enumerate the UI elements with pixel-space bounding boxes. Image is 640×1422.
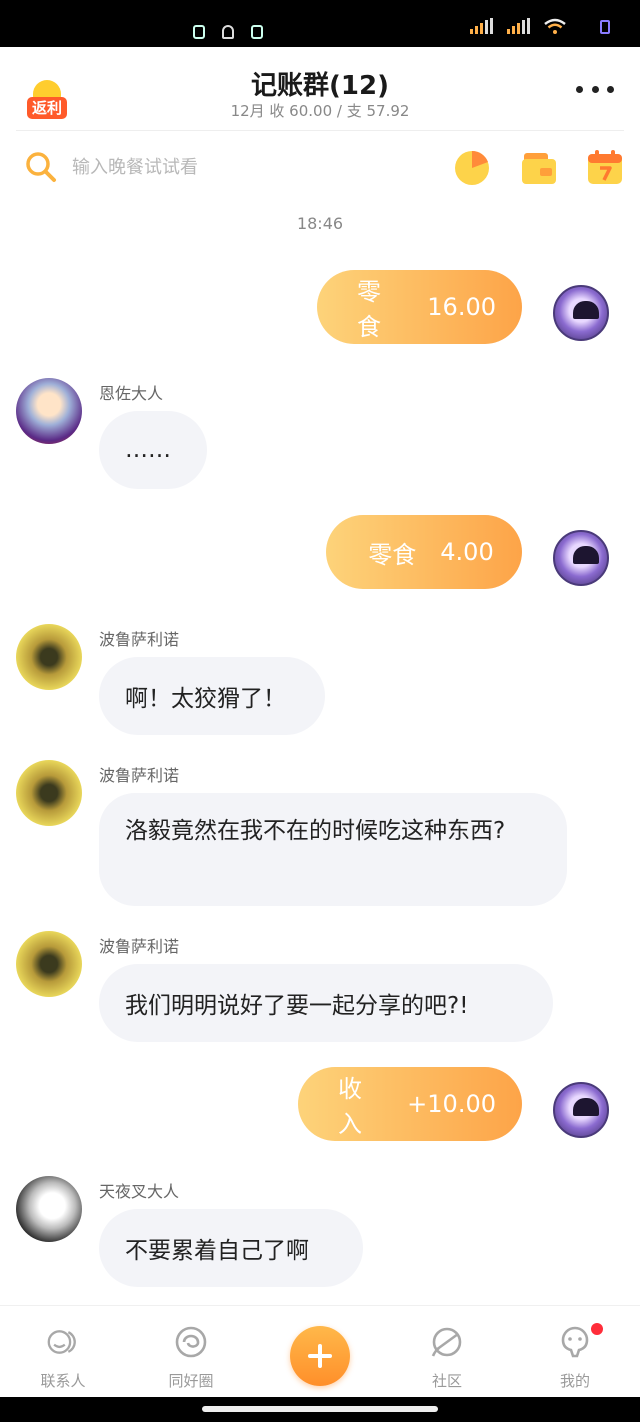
avatar[interactable] <box>16 624 82 690</box>
search-bar <box>0 140 640 194</box>
expense-amount: 4.00 <box>440 538 494 566</box>
more-options-button[interactable] <box>576 81 614 97</box>
nav-label: 联系人 <box>40 1372 86 1390</box>
page-title: 记账群(12) <box>251 71 389 101</box>
signal-icon <box>507 18 530 34</box>
sender-name: 波鲁萨利诺 <box>99 937 180 956</box>
avatar[interactable] <box>553 530 609 586</box>
monthly-summary: 12月 收 60.00 / 支 57.92 <box>230 102 410 120</box>
notification-icon <box>193 25 205 39</box>
avatar[interactable] <box>553 1082 609 1138</box>
sender-name: 波鲁萨利诺 <box>99 766 180 785</box>
expense-amount: 16.00 <box>427 293 496 321</box>
nav-label: 我的 <box>559 1372 590 1390</box>
home-indicator[interactable] <box>0 1397 640 1422</box>
chat-header: 返利 记账群(12) 12月 收 60.00 / 支 57.92 <box>0 47 640 131</box>
message-bubble[interactable]: 洛毅竟然在我不在的时候吃这种东西? <box>99 793 567 906</box>
message-timestamp: 18:46 <box>296 214 344 233</box>
pie-chart-icon[interactable] <box>453 148 491 186</box>
profile-icon <box>561 1326 589 1358</box>
avatar[interactable] <box>16 378 82 444</box>
notification-icon <box>222 25 234 39</box>
status-bar <box>0 0 640 47</box>
avatar[interactable] <box>16 931 82 997</box>
signal-icon <box>470 18 493 34</box>
message-bubble[interactable]: 啊！太狡猾了！ <box>99 657 325 735</box>
contacts-icon <box>47 1330 76 1354</box>
add-record-button[interactable] <box>290 1326 350 1386</box>
income-bubble[interactable]: 收入 +10.00 <box>298 1067 522 1141</box>
calendar-icon[interactable] <box>586 148 624 186</box>
nav-label: 社区 <box>431 1372 462 1390</box>
sender-name: 波鲁萨利诺 <box>99 630 180 649</box>
sender-name: 恩佐大人 <box>99 384 164 403</box>
income-amount: +10.00 <box>407 1090 496 1118</box>
battery-icon <box>600 20 610 34</box>
avatar[interactable] <box>553 285 609 341</box>
message-bubble[interactable]: 我们明明说好了要一起分享的吧?! <box>99 964 553 1042</box>
search-icon <box>26 152 56 182</box>
nav-contacts[interactable]: 联系人 <box>13 1306 113 1398</box>
nav-circle[interactable]: 同好圈 <box>141 1306 241 1398</box>
divider <box>16 130 624 131</box>
message-bubble[interactable]: 不要累着自己了啊 <box>99 1209 363 1287</box>
sender-name: 天夜叉大人 <box>99 1182 180 1201</box>
income-category: 收入 <box>338 1075 362 1138</box>
nav-me[interactable]: 我的 <box>525 1306 625 1398</box>
avatar[interactable] <box>16 760 82 826</box>
expense-bubble[interactable]: 零食 16.00 <box>317 270 522 344</box>
avatar[interactable] <box>16 1176 82 1242</box>
nav-label: 同好圈 <box>168 1372 214 1390</box>
notification-badge <box>591 1323 603 1335</box>
expense-bubble[interactable]: 零食 4.00 <box>326 515 522 589</box>
nav-community[interactable]: 社区 <box>397 1306 497 1398</box>
expense-category: 零食 <box>368 540 417 569</box>
planet-icon <box>431 1327 462 1357</box>
message-bubble[interactable]: …… <box>99 411 207 489</box>
search-input[interactable] <box>72 150 332 184</box>
expense-category: 零食 <box>357 278 381 341</box>
bottom-nav: 联系人 同好圈 社区 我的 <box>0 1305 640 1397</box>
circle-icon <box>175 1326 207 1358</box>
wallet-icon[interactable] <box>520 148 558 186</box>
wifi-icon <box>544 18 566 34</box>
notification-icon <box>251 25 263 39</box>
